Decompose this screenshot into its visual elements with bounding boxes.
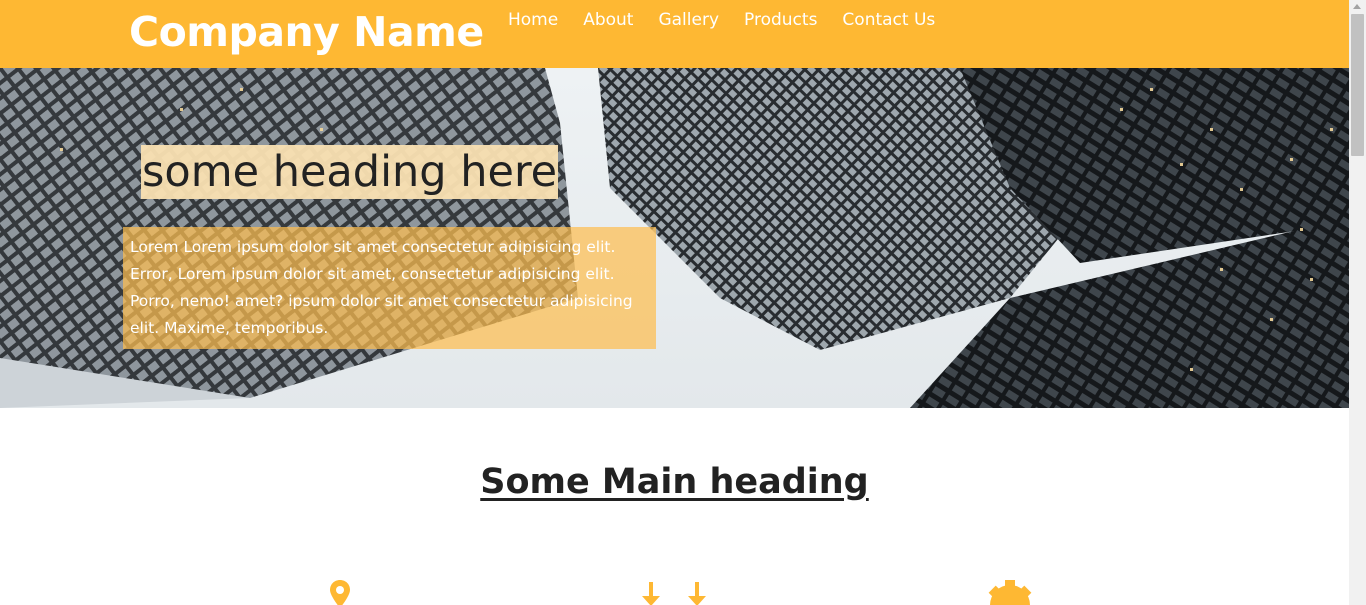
scroll-up-icon[interactable] xyxy=(1353,4,1361,9)
hero-banner: some heading here Lorem Lorem ipsum dolo… xyxy=(0,68,1349,408)
brand-name[interactable]: Company Name xyxy=(129,8,484,56)
download-arrows-icon xyxy=(634,582,714,605)
nav-item-about[interactable]: About xyxy=(583,10,633,30)
scrollbar-thumb[interactable] xyxy=(1351,14,1364,156)
hero-paragraph: Lorem Lorem ipsum dolor sit amet consect… xyxy=(123,227,656,349)
nav-item-gallery[interactable]: Gallery xyxy=(658,10,719,30)
gear-icon xyxy=(985,580,1035,605)
nav-item-contact-us[interactable]: Contact Us xyxy=(842,10,935,30)
main-nav: Home About Gallery Products Contact Us xyxy=(508,10,960,30)
main-heading: Some Main heading xyxy=(480,462,869,502)
navbar: Company Name Home About Gallery Products… xyxy=(0,0,1349,68)
nav-item-home[interactable]: Home xyxy=(508,10,558,30)
page: Company Name Home About Gallery Products… xyxy=(0,0,1349,605)
hero-heading: some heading here xyxy=(141,145,559,199)
map-marker-icon xyxy=(324,578,356,605)
vertical-scrollbar[interactable] xyxy=(1349,0,1366,605)
nav-item-products[interactable]: Products xyxy=(744,10,817,30)
